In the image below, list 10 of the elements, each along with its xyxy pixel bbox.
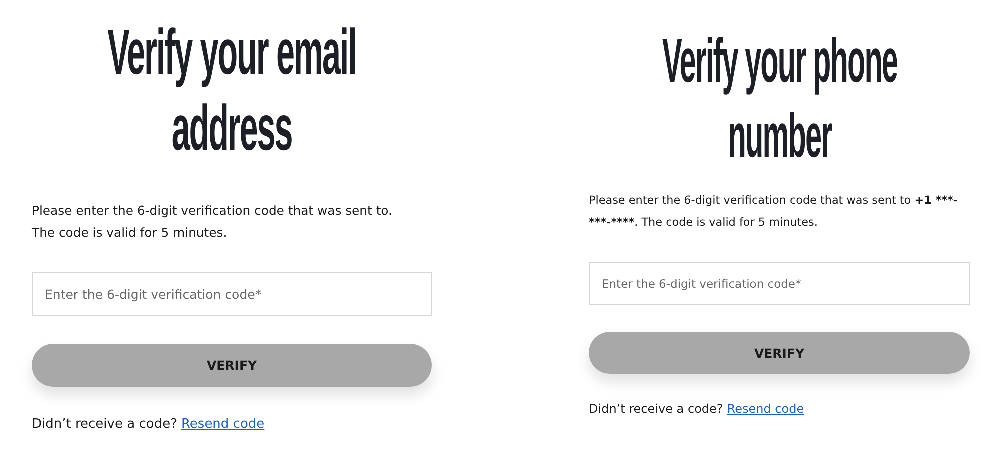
resend-link[interactable]: Resend code [181, 417, 265, 432]
code-input-field[interactable]: Enter the 6-digit verification code* [589, 262, 970, 305]
instruction-text: Please enter the 6-digit verification code that was sent to +1 ***-***-****. The code is valid for 5 minutes. [589, 193, 959, 231]
instruction-text: Please enter the 6-digit verification code that was sent to. The code is valid for 5 minutes. [32, 202, 394, 242]
code-input-field[interactable]: Enter the 6-digit verification code* [32, 272, 432, 316]
page-heading: Verify your email address [106, 15, 358, 166]
page-heading: Verify your phone number [660, 26, 898, 173]
resend-prompt: Didn’t receive a code? [32, 417, 178, 432]
resend-link[interactable]: Resend code [727, 402, 804, 416]
resend-prompt: Didn’t receive a code? [589, 402, 724, 416]
